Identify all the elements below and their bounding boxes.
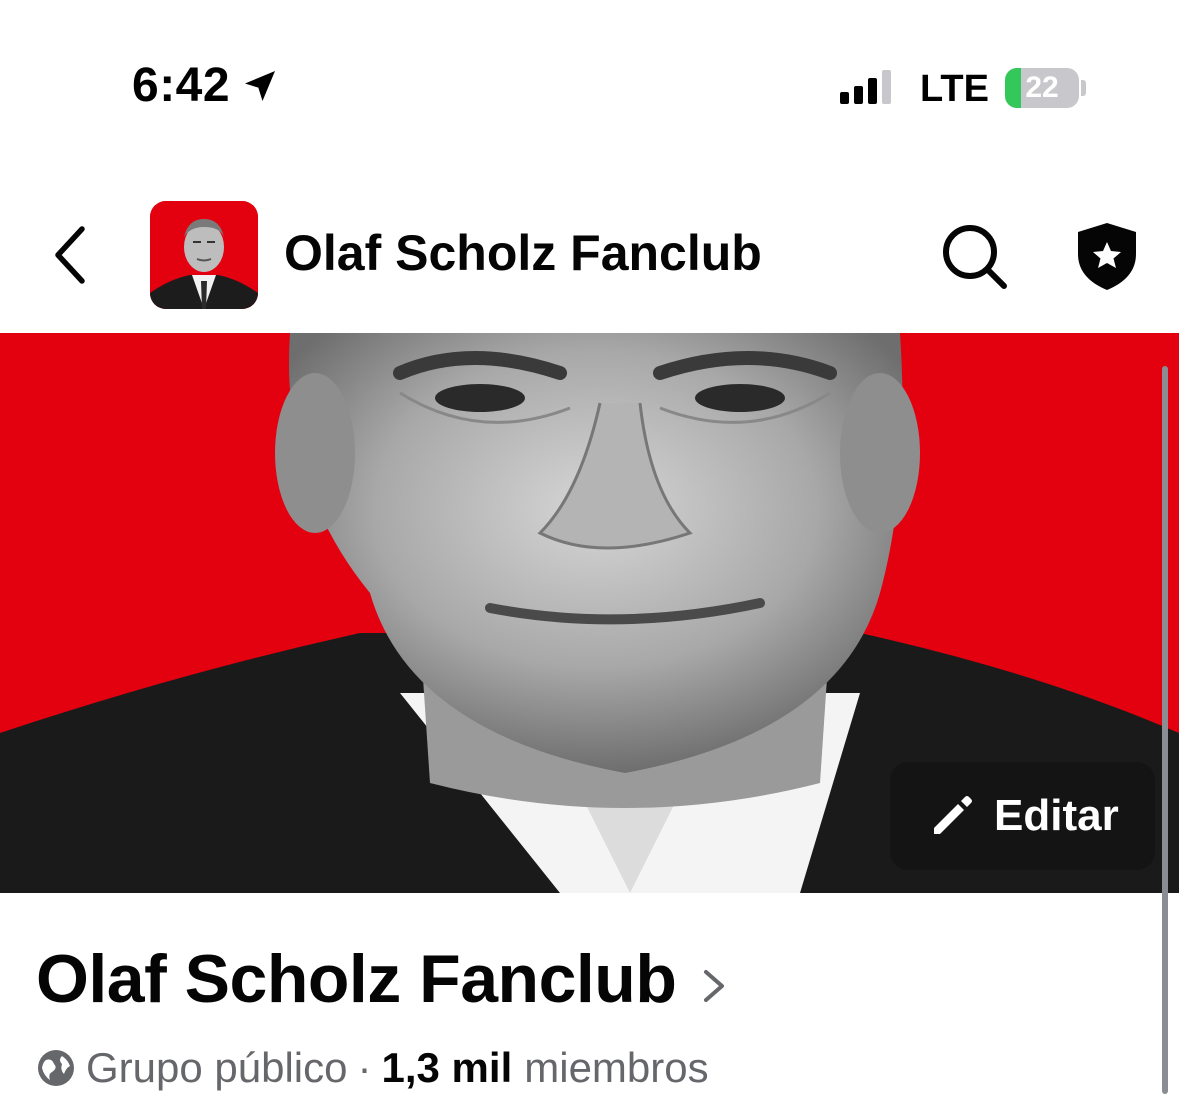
member-label[interactable]: miembros <box>524 1044 708 1092</box>
cellular-signal-icon <box>840 68 891 104</box>
group-avatar-image <box>150 201 258 309</box>
group-avatar[interactable] <box>150 201 258 309</box>
meta-separator: · <box>357 1044 372 1091</box>
back-button[interactable] <box>40 220 100 290</box>
battery-icon: 22 <box>1005 68 1079 108</box>
member-count[interactable]: 1,3 mil <box>382 1044 513 1092</box>
group-name: Olaf Scholz Fanclub <box>36 941 677 1017</box>
location-arrow-icon <box>245 70 276 101</box>
status-bar: 6:42 LTE 22 <box>0 0 1179 160</box>
group-meta: Grupo público · 1,3 mil miembros <box>36 1044 709 1092</box>
battery-percent: 22 <box>1025 71 1059 104</box>
scrollbar[interactable] <box>1162 366 1168 1094</box>
chevron-right-icon <box>704 970 725 1002</box>
battery-tip <box>1081 80 1086 96</box>
privacy-label: Grupo público <box>86 1044 348 1091</box>
chevron-left-icon <box>55 226 85 284</box>
clock-text: 6:42 <box>132 59 231 112</box>
status-time: 6:42 <box>132 58 280 113</box>
globe-icon <box>38 1050 74 1086</box>
pencil-icon <box>934 796 972 834</box>
network-type: LTE <box>920 68 989 110</box>
search-button[interactable] <box>938 220 1010 292</box>
edit-cover-button[interactable]: Editar <box>890 762 1155 870</box>
cover-photo[interactable]: Editar <box>0 333 1179 893</box>
search-icon <box>943 225 1007 289</box>
header-title[interactable]: Olaf Scholz Fanclub <box>284 224 762 282</box>
group-name-link[interactable]: Olaf Scholz Fanclub <box>36 940 734 1018</box>
shield-star-icon <box>1078 223 1136 290</box>
admin-tools-button[interactable] <box>1074 220 1140 292</box>
group-header: Olaf Scholz Fanclub <box>0 190 1179 320</box>
edit-label: Editar <box>994 791 1119 840</box>
